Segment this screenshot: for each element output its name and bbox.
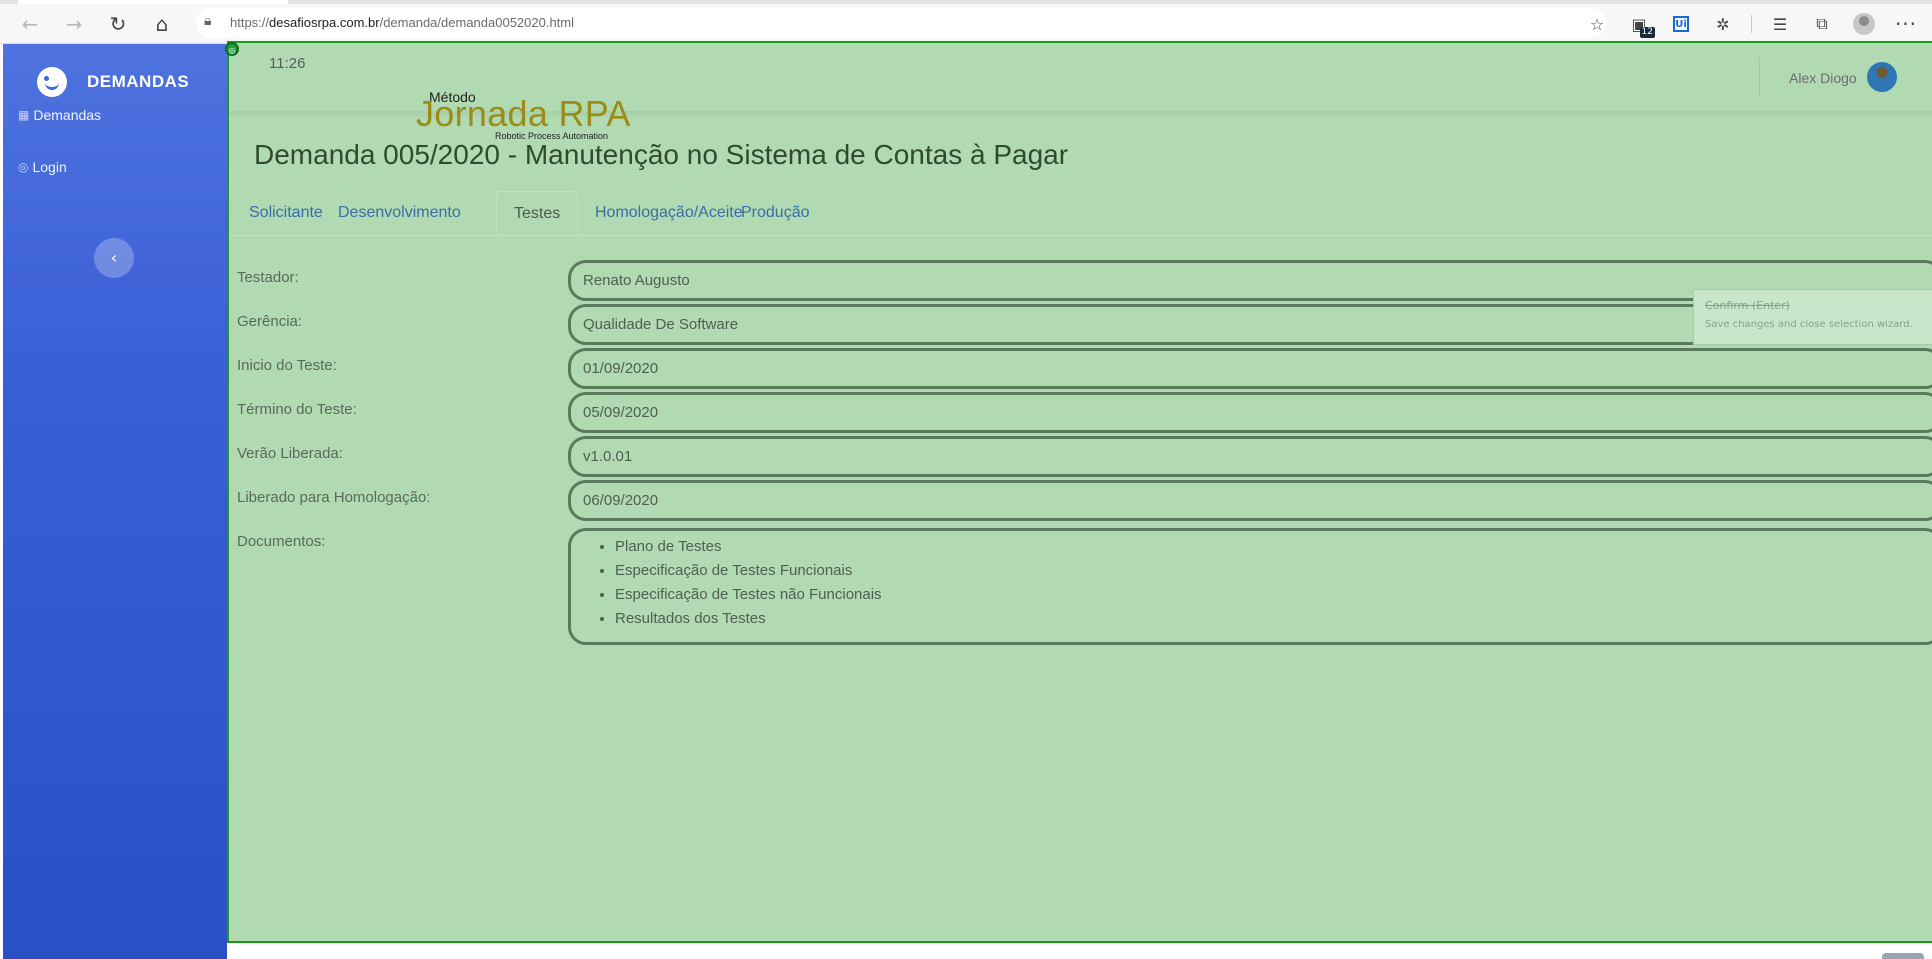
sidebar-toggle-button[interactable]: ‹ [94, 238, 134, 278]
extension-icon[interactable]: ▣ 12 [1625, 10, 1655, 38]
tooltip-text: Save changes and close selection wizard. [1705, 319, 1913, 330]
collections-icon[interactable]: ⧉ [1808, 10, 1836, 38]
tab-testes[interactable]: Testes [496, 191, 579, 235]
uipath-extension-icon[interactable]: Ui [1667, 10, 1695, 38]
testador-label: Testador: [237, 269, 299, 286]
avatar[interactable] [1867, 62, 1897, 92]
documentos-label: Documentos: [237, 533, 326, 550]
gerencia-label: Gerência: [237, 313, 303, 330]
url-host: desafiosrpa.com.br [269, 15, 380, 30]
inicio-teste-label: Inicio do Teste: [237, 357, 337, 374]
inicio-teste-field[interactable]: 01/09/2020 [568, 348, 1932, 389]
sidebar-item-label: Login [32, 159, 67, 175]
laugh-wink-icon [37, 67, 67, 97]
liberado-homologacao-field[interactable]: 06/09/2020 [568, 480, 1932, 521]
url-path: /demanda/demanda0052020.html [379, 15, 575, 30]
termino-teste-label: Término do Teste: [237, 401, 357, 418]
more-menu-icon[interactable]: ··· [1892, 10, 1920, 38]
home-icon[interactable]: ⌂ [148, 10, 176, 38]
tab-bar: Solicitante Desenvolvimento Testes Homol… [229, 191, 1932, 236]
profile-avatar [1853, 13, 1875, 35]
termino-teste-field[interactable]: 05/09/2020 [568, 392, 1932, 433]
documentos-list: Plano de Testes Especificação de Testes … [571, 535, 882, 631]
url-prefix: https:// [230, 15, 270, 30]
documentos-field: Plano de Testes Especificação de Testes … [568, 528, 1932, 645]
refresh-icon[interactable]: ↻ [104, 10, 132, 38]
tab-strip [0, 0, 1932, 4]
back-arrow-icon[interactable]: ← [16, 10, 44, 38]
clock-time: 11:26 [269, 55, 306, 72]
main-content: ◎ 11:26 Alex Diogo Método Jornada RPA Ro… [225, 41, 1932, 959]
browser-toolbar-icons: ☆ ▣ 12 Ui ✲ ☰ ⧉ ··· [1569, 10, 1920, 38]
profile-icon[interactable] [1850, 10, 1878, 38]
address-bar[interactable]: 🔒︎ https://desafiosrpa.com.br/demanda/de… [196, 8, 1606, 38]
sidebar-brand[interactable]: DEMANDAS [37, 62, 189, 102]
url-text[interactable]: https://desafiosrpa.com.br/demanda/deman… [230, 15, 574, 30]
favorites-list-icon[interactable]: ☰ [1766, 10, 1794, 38]
versao-liberada-label: Verão Liberada: [237, 445, 343, 462]
element-highlight-overlay: ◎ 11:26 Alex Diogo Método Jornada RPA Ro… [225, 41, 1932, 943]
chevron-left-icon: ‹ [110, 248, 118, 267]
topbar-divider [1759, 58, 1760, 98]
list-item[interactable]: Plano de Testes [615, 535, 882, 559]
lock-icon[interactable]: 🔒︎ [204, 13, 211, 29]
sidebar-item-login[interactable]: ◎ Login [18, 159, 67, 175]
page-title: Demanda 005/2020 - Manutenção no Sistema… [254, 139, 1069, 170]
confirm-tooltip[interactable]: Confirm (Enter) Save changes and close s… [1693, 289, 1932, 345]
sidebar-item-label: Demandas [33, 107, 102, 123]
favorite-star-icon[interactable]: ☆ [1583, 10, 1611, 38]
liberado-homologacao-label: Liberado para Homologação: [237, 489, 431, 506]
toolbar-separator [1751, 15, 1752, 33]
scroll-to-top-button[interactable] [1882, 953, 1924, 959]
extension-badge: 12 [1639, 27, 1655, 38]
extensions-puzzle-icon[interactable]: ✲ [1709, 10, 1737, 38]
table-icon: ▦ [18, 108, 30, 122]
user-name[interactable]: Alex Diogo [1789, 70, 1857, 86]
list-item[interactable]: Resultados dos Testes [615, 607, 882, 631]
forward-arrow-icon[interactable]: → [60, 10, 88, 38]
versao-liberada-field[interactable]: v1.0.01 [568, 436, 1932, 477]
browser-toolbar: ← → ↻ ⌂ 🔒︎ https://desafiosrpa.com.br/de… [0, 0, 1932, 44]
sidebar-item-demandas[interactable]: ▦ Demandas [18, 107, 101, 123]
list-item[interactable]: Especificação de Testes Funcionais [615, 559, 882, 583]
list-item[interactable]: Especificação de Testes não Funcionais [615, 583, 882, 607]
sidebar: DEMANDAS ▦ Demandas ◎ Login ‹ [3, 44, 227, 959]
active-browser-tab[interactable] [18, 0, 288, 4]
tab-desenvolvimento[interactable]: Desenvolvimento [321, 191, 478, 235]
uipath-icon-text: Ui [1673, 16, 1689, 32]
tab-producao[interactable]: Produção [724, 191, 827, 235]
logo-main-text: Jornada RPA [416, 93, 631, 134]
user-circle-icon: ◎ [18, 160, 29, 174]
tooltip-title: Confirm (Enter) [1705, 299, 1790, 312]
brand-title: DEMANDAS [87, 72, 190, 91]
